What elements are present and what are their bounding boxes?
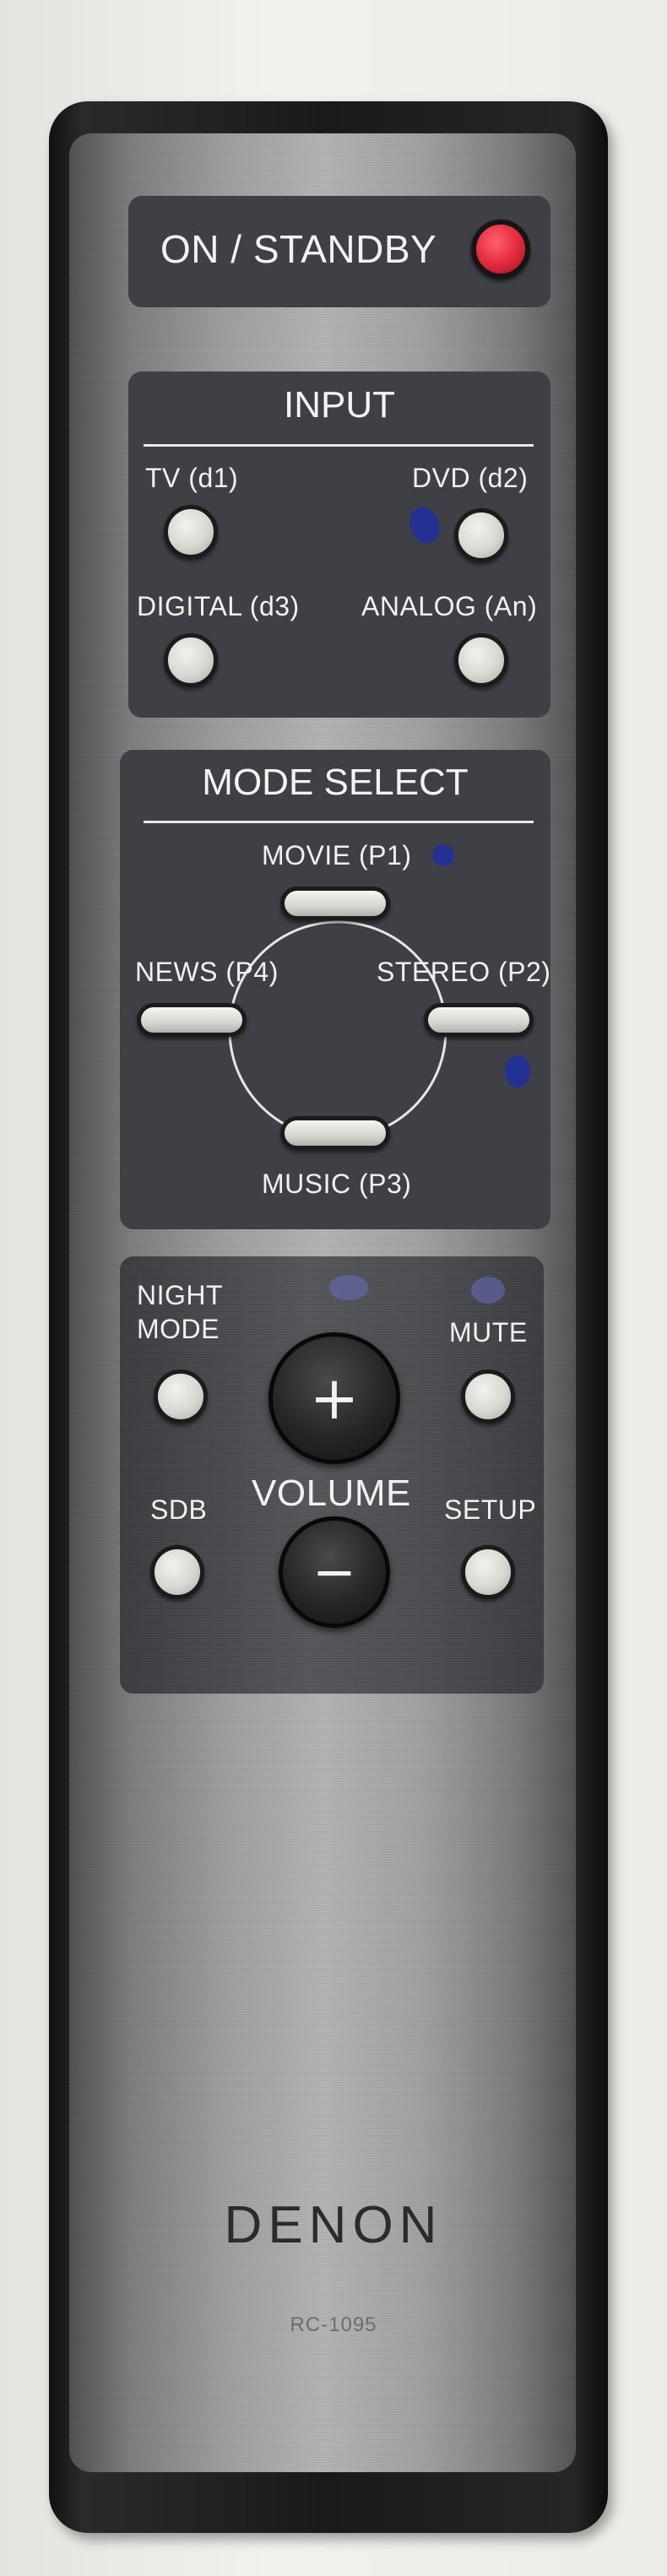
setup-button[interactable] xyxy=(461,1545,515,1599)
digital-label: DIGITAL (d3) xyxy=(137,591,300,621)
movie-button[interactable] xyxy=(280,887,390,920)
news-button[interactable] xyxy=(137,1003,247,1037)
setup-label: SETUP xyxy=(444,1494,537,1525)
tv-label: TV (d1) xyxy=(145,463,239,493)
ink-mark xyxy=(505,1055,530,1087)
news-label: NEWS (P4) xyxy=(135,957,279,987)
ink-mark xyxy=(471,1277,505,1304)
night-mode-label-line2: MODE xyxy=(137,1314,220,1344)
volume-label: VOLUME xyxy=(252,1472,411,1514)
sdb-label: SDB xyxy=(150,1494,208,1525)
analog-label: ANALOG (An) xyxy=(361,591,538,621)
mode-select-title-rule xyxy=(144,821,534,823)
photo-background: ON / STANDBY INPUT TV (d1) DVD (d2) DIGI… xyxy=(0,0,667,2576)
music-button[interactable] xyxy=(280,1116,390,1150)
night-mode-label-line1: NIGHT xyxy=(137,1280,224,1310)
mute-button[interactable] xyxy=(461,1369,515,1424)
stereo-label: STEREO (P2) xyxy=(377,957,551,987)
ink-mark xyxy=(329,1275,368,1300)
tv-button[interactable] xyxy=(164,505,218,559)
dvd-label: DVD (d2) xyxy=(412,463,529,493)
dvd-button[interactable] xyxy=(454,508,508,562)
mute-label: MUTE xyxy=(449,1317,528,1348)
power-label: ON / STANDBY xyxy=(160,227,437,271)
night-mode-button[interactable] xyxy=(154,1369,208,1424)
volume-down-icon: − xyxy=(312,1541,356,1603)
ink-mark xyxy=(432,844,454,866)
movie-label: MOVIE (P1) xyxy=(262,840,412,870)
volume-down-button[interactable]: − xyxy=(279,1516,390,1628)
input-title-rule xyxy=(144,444,534,447)
music-label: MUSIC (P3) xyxy=(262,1169,412,1199)
brand-logo-text: DENON xyxy=(224,2196,443,2254)
stereo-button[interactable] xyxy=(424,1003,534,1037)
analog-button[interactable] xyxy=(454,633,508,687)
volume-up-icon: + xyxy=(309,1364,360,1433)
volume-up-button[interactable]: + xyxy=(268,1332,400,1464)
model-number: RC-1095 xyxy=(290,2313,377,2336)
sdb-button[interactable] xyxy=(150,1545,204,1599)
digital-button[interactable] xyxy=(164,633,218,687)
standby-button[interactable] xyxy=(471,220,530,279)
input-title: INPUT xyxy=(284,384,395,426)
mode-select-title: MODE SELECT xyxy=(202,762,469,803)
